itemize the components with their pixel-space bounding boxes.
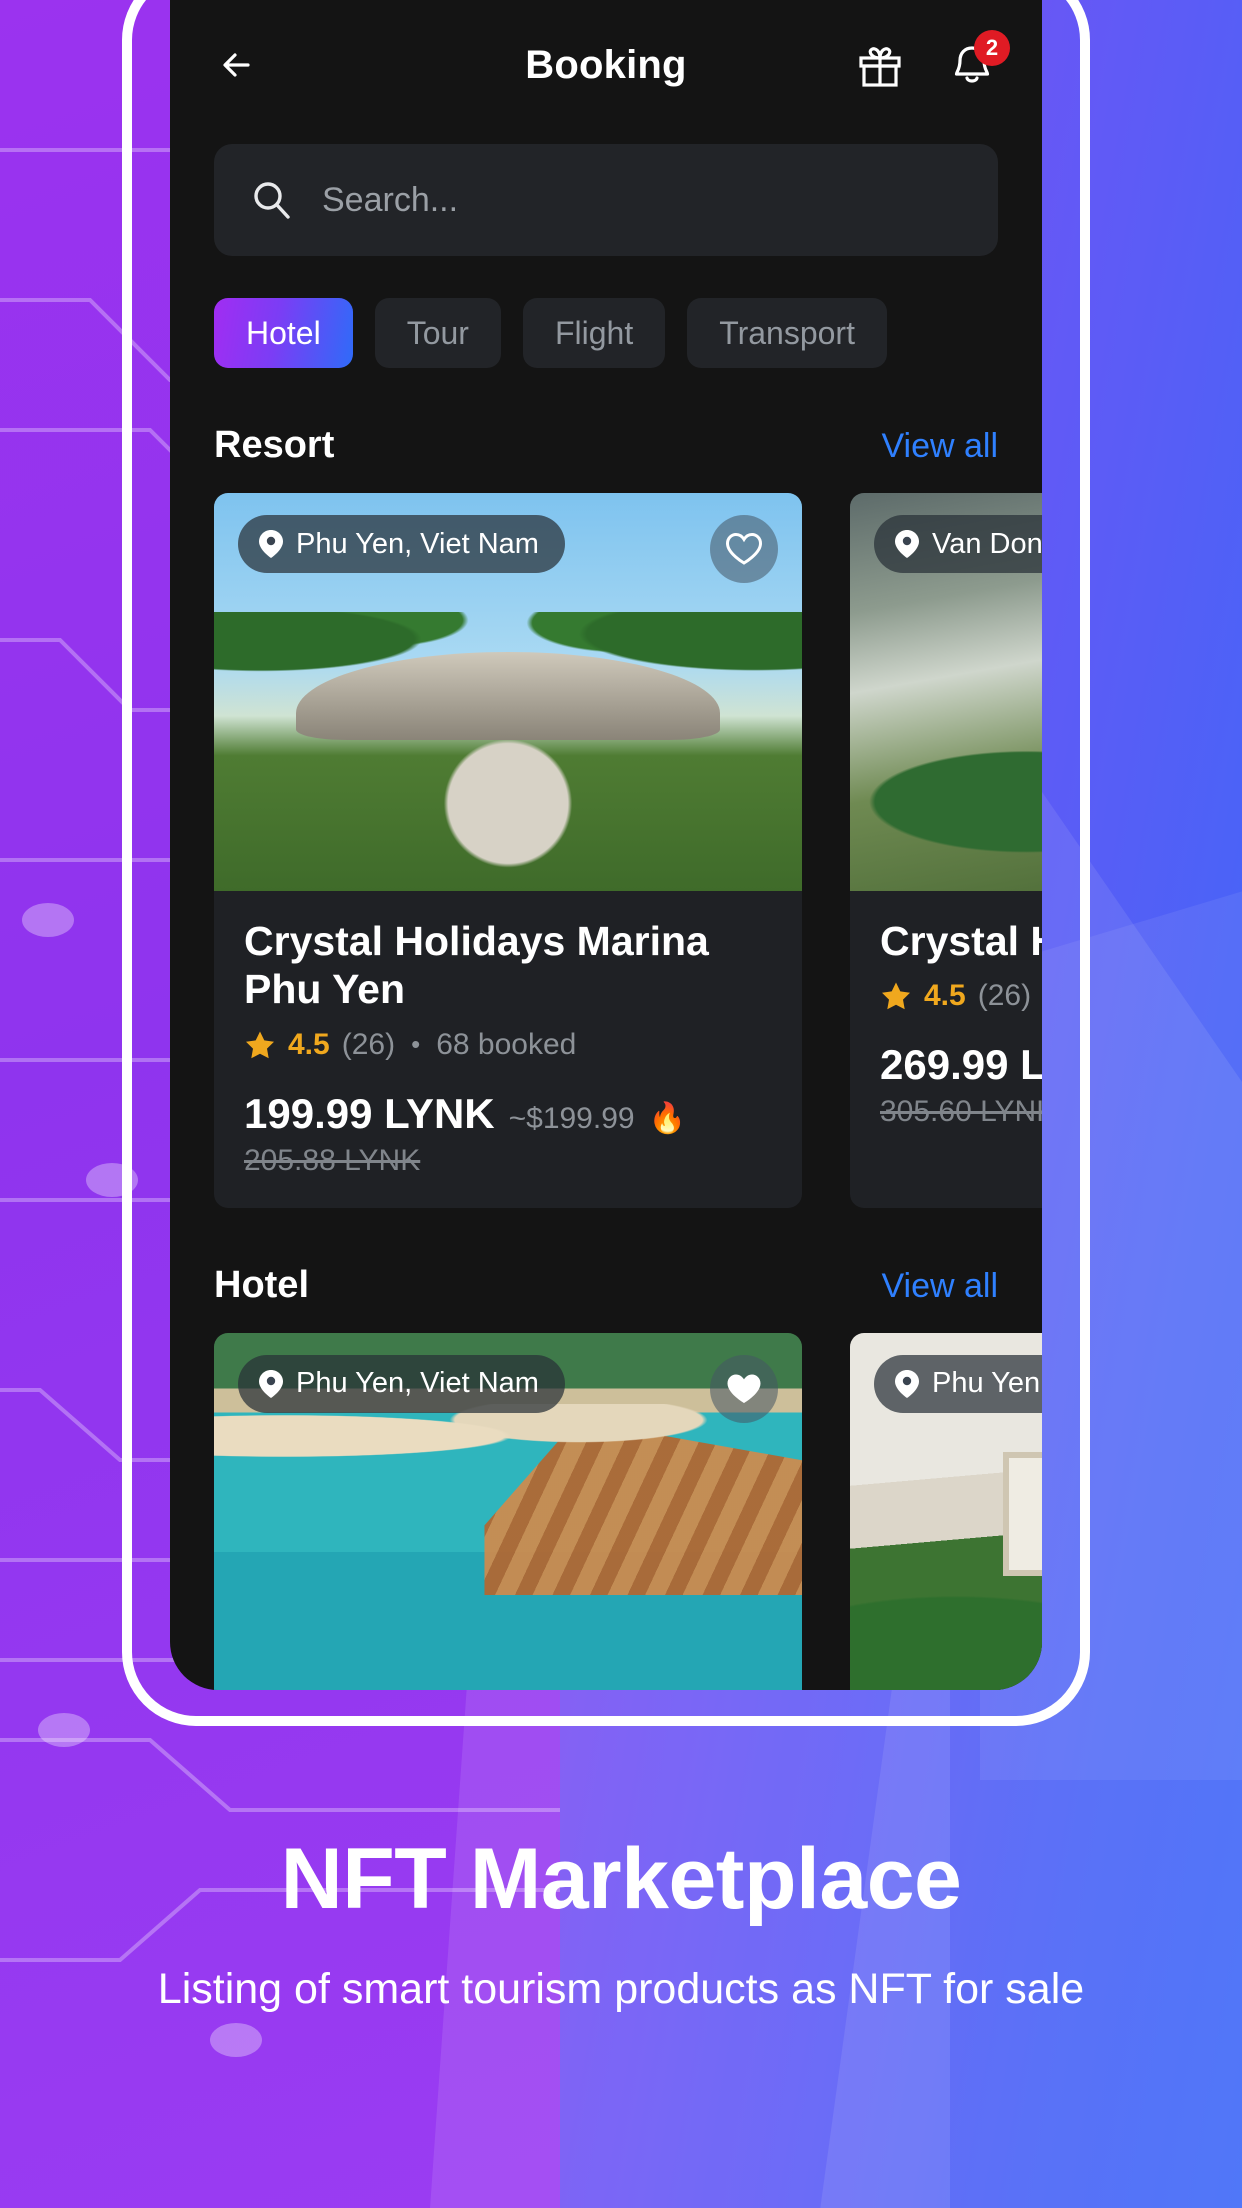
card-body: Crystal Holidays Van Đon 4.5 (26) • 269.…: [850, 891, 1042, 1159]
gift-icon: [859, 47, 901, 87]
card-price-original: 205.88 LYNK: [244, 1143, 421, 1177]
view-all-hotel[interactable]: View all: [881, 1267, 998, 1306]
phone-screen: Booking 2 Search... Hotel Tour Flight Tr…: [170, 0, 1042, 1690]
resort-card-list: Phu Yen, Viet Nam Crystal Holidays Marin…: [170, 467, 1042, 1208]
card-price: 269.99 LYNK: [880, 1041, 1042, 1089]
app-header: Booking 2: [170, 0, 1042, 130]
section-title-resort: Resort: [214, 424, 335, 466]
resort-card[interactable]: Phu Yen, Viet Nam Crystal Holidays Marin…: [214, 493, 802, 1208]
map-pin-icon: [895, 530, 919, 558]
card-image: Phu Yen, Viet Nam: [850, 1332, 1042, 1690]
card-title: Crystal Holidays Marina Phu Yen: [244, 918, 709, 1013]
header-actions: 2: [854, 30, 1010, 91]
marketing-subtitle: Listing of smart tourism products as NFT…: [157, 1965, 1085, 2013]
search-section: Search...: [170, 130, 1042, 256]
card-price-original: 305.60 LYNK: [880, 1095, 1042, 1129]
resort-card[interactable]: Van Don, Viet Nam Crystal Holidays Van Đ…: [850, 493, 1042, 1208]
hotel-card[interactable]: Phu Yen, Viet Nam: [214, 1332, 802, 1690]
meta-separator: •: [411, 1029, 421, 1060]
star-icon: [246, 1031, 274, 1059]
location-text: Phu Yen, Viet Nam: [932, 1367, 1042, 1400]
tab-transport[interactable]: Transport: [687, 298, 887, 368]
tab-hotel-label: Hotel: [246, 314, 321, 351]
marketing-title: NFT Marketplace: [280, 1831, 962, 1927]
location-badge: Phu Yen, Viet Nam: [874, 1354, 1042, 1413]
fire-icon: 🔥: [648, 1101, 686, 1135]
search-icon: [254, 182, 290, 219]
card-rating: 4.5: [288, 1027, 330, 1061]
card-rating: 4.5: [924, 979, 966, 1013]
card-reviews: (26): [977, 979, 1032, 1013]
heart-filled-icon: [727, 1374, 761, 1403]
map-pin-icon: [259, 1369, 283, 1398]
tab-hotel[interactable]: Hotel: [214, 298, 353, 368]
location-badge: Van Don, Viet Nam: [874, 515, 1042, 573]
view-all-resort[interactable]: View all: [881, 427, 998, 466]
marketing-block: NFT Marketplace Listing of smart tourism…: [0, 1830, 1242, 2017]
back-arrow-icon: [223, 53, 250, 77]
favorite-button[interactable]: [710, 1354, 778, 1423]
hotel-card-list: Phu Yen, Viet Nam Phu Yen, Viet: [170, 1307, 1042, 1690]
section-header-resort: Resort View all: [170, 368, 1042, 467]
tab-tour-label: Tour: [406, 314, 469, 351]
card-title: Crystal Holidays Van Đon: [880, 918, 1042, 964]
search-input[interactable]: Search...: [214, 144, 998, 256]
back-button[interactable]: [214, 39, 266, 91]
card-price-row: 269.99 LYNK: [880, 1041, 1042, 1089]
card-booked-count: 68 booked: [436, 1027, 577, 1061]
map-pin-icon: [895, 1369, 919, 1398]
card-price-row: 199.99 LYNK ~$199.99 🔥: [244, 1090, 772, 1138]
hotel-card[interactable]: Phu Yen, Viet Nam: [850, 1332, 1042, 1690]
location-text: Phu Yen, Viet Nam: [296, 1367, 539, 1400]
map-pin-icon: [259, 530, 283, 558]
tab-flight-label: Flight: [554, 314, 634, 351]
heart-outline-icon: [725, 532, 763, 565]
notifications-button[interactable]: 2: [946, 30, 1010, 91]
tab-transport-label: Transport: [719, 314, 855, 351]
location-badge: Phu Yen, Viet Nam: [238, 1354, 565, 1413]
card-image: Phu Yen, Viet Nam: [214, 1332, 802, 1690]
card-price-usd: ~$199.99: [508, 1101, 635, 1135]
location-text: Van Don, Viet Nam: [932, 527, 1042, 560]
favorite-button[interactable]: [710, 515, 778, 583]
gift-button[interactable]: [854, 39, 906, 91]
location-text: Phu Yen, Viet Nam: [296, 527, 539, 560]
card-reviews: (26): [341, 1027, 396, 1061]
location-badge: Phu Yen, Viet Nam: [238, 515, 565, 573]
card-image: Van Don, Viet Nam: [850, 493, 1042, 891]
card-meta: 4.5 (26) •: [880, 979, 1042, 1013]
search-placeholder: Search...: [322, 180, 459, 219]
star-icon: [882, 982, 910, 1010]
section-header-hotel: Hotel View all: [170, 1208, 1042, 1307]
notification-badge: 2: [974, 30, 1010, 66]
category-tabs: Hotel Tour Flight Transport: [170, 256, 1042, 368]
tab-tour[interactable]: Tour: [374, 298, 501, 368]
card-image: Phu Yen, Viet Nam: [214, 493, 802, 891]
section-title-hotel: Hotel: [214, 1263, 309, 1306]
tab-flight[interactable]: Flight: [522, 298, 666, 368]
card-body: Crystal Holidays Marina Phu Yen 4.5 (26)…: [214, 891, 802, 1208]
card-price: 199.99 LYNK: [244, 1089, 495, 1137]
card-meta: 4.5 (26) • 68 booked: [244, 1028, 772, 1062]
